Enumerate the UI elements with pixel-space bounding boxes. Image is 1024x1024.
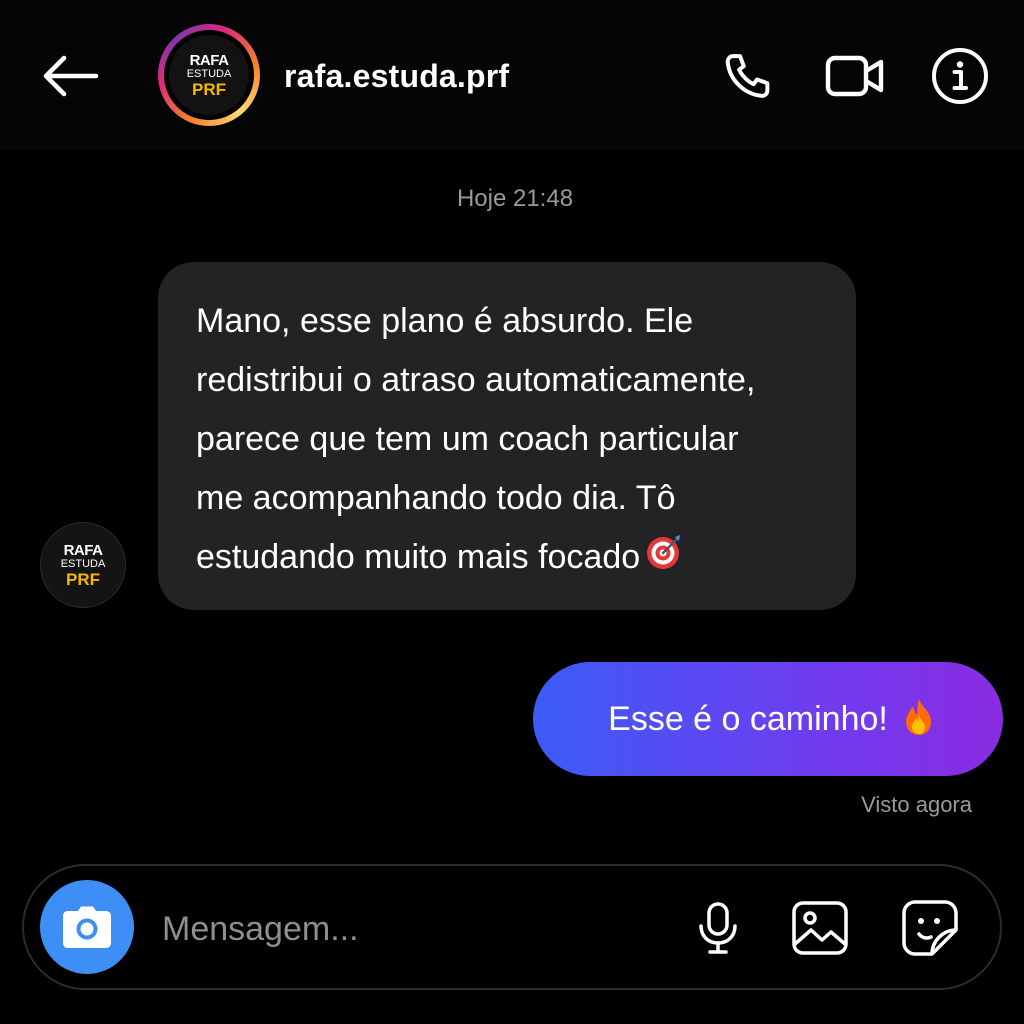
message-line: Mano, esse plano é absurdo. Ele bbox=[196, 302, 694, 340]
chat-header: RAFA ESTUDA PRF rafa.estuda.prf bbox=[0, 0, 1024, 150]
logo-estuda-text: ESTUDA bbox=[186, 67, 232, 80]
fire-emoji bbox=[900, 697, 938, 742]
logo-rafa-text: RAFA bbox=[63, 541, 103, 559]
outgoing-message-text: Esse é o caminho! bbox=[608, 699, 888, 738]
direct-hit-target-emoji bbox=[644, 532, 684, 591]
logo-prf-text: PRF bbox=[66, 569, 100, 589]
sticker-icon[interactable] bbox=[900, 898, 960, 958]
message-line: redistribui o atraso automaticamente, bbox=[196, 361, 756, 399]
back-arrow-icon[interactable] bbox=[38, 52, 102, 100]
camera-icon bbox=[63, 906, 111, 948]
message-line: parece que tem um coach particular bbox=[196, 420, 739, 458]
message-line-text: estudando muito mais focado bbox=[196, 538, 641, 576]
incoming-message-bubble[interactable]: Mano, esse plano é absurdo. Ele redistri… bbox=[158, 262, 856, 610]
message-line: me acompanhando todo dia. Tô bbox=[196, 479, 676, 517]
image-gallery-icon[interactable] bbox=[790, 898, 850, 958]
sender-avatar[interactable]: RAFA ESTUDA PRF bbox=[40, 522, 126, 608]
seen-status: Visto agora bbox=[861, 792, 972, 817]
logo-estuda-text: ESTUDA bbox=[60, 557, 106, 570]
logo-prf-text: PRF bbox=[192, 79, 226, 99]
message-timestamp: Hoje 21:48 bbox=[456, 185, 574, 212]
chat-username[interactable]: rafa.estuda.prf bbox=[284, 58, 509, 95]
message-composer bbox=[22, 864, 1002, 990]
video-camera-icon[interactable] bbox=[825, 48, 884, 104]
camera-button[interactable] bbox=[40, 880, 134, 974]
outgoing-message-bubble[interactable]: Esse é o caminho! bbox=[533, 662, 1003, 776]
info-icon[interactable] bbox=[930, 46, 990, 106]
message-line-last: estudando muito mais focado bbox=[196, 528, 818, 591]
brand-logo: RAFA ESTUDA PRF bbox=[169, 35, 249, 115]
message-input[interactable] bbox=[160, 896, 664, 962]
profile-avatar[interactable]: RAFA ESTUDA PRF bbox=[158, 24, 260, 126]
logo-rafa-text: RAFA bbox=[189, 51, 229, 69]
phone-icon[interactable] bbox=[720, 48, 776, 104]
microphone-icon[interactable] bbox=[688, 898, 748, 958]
